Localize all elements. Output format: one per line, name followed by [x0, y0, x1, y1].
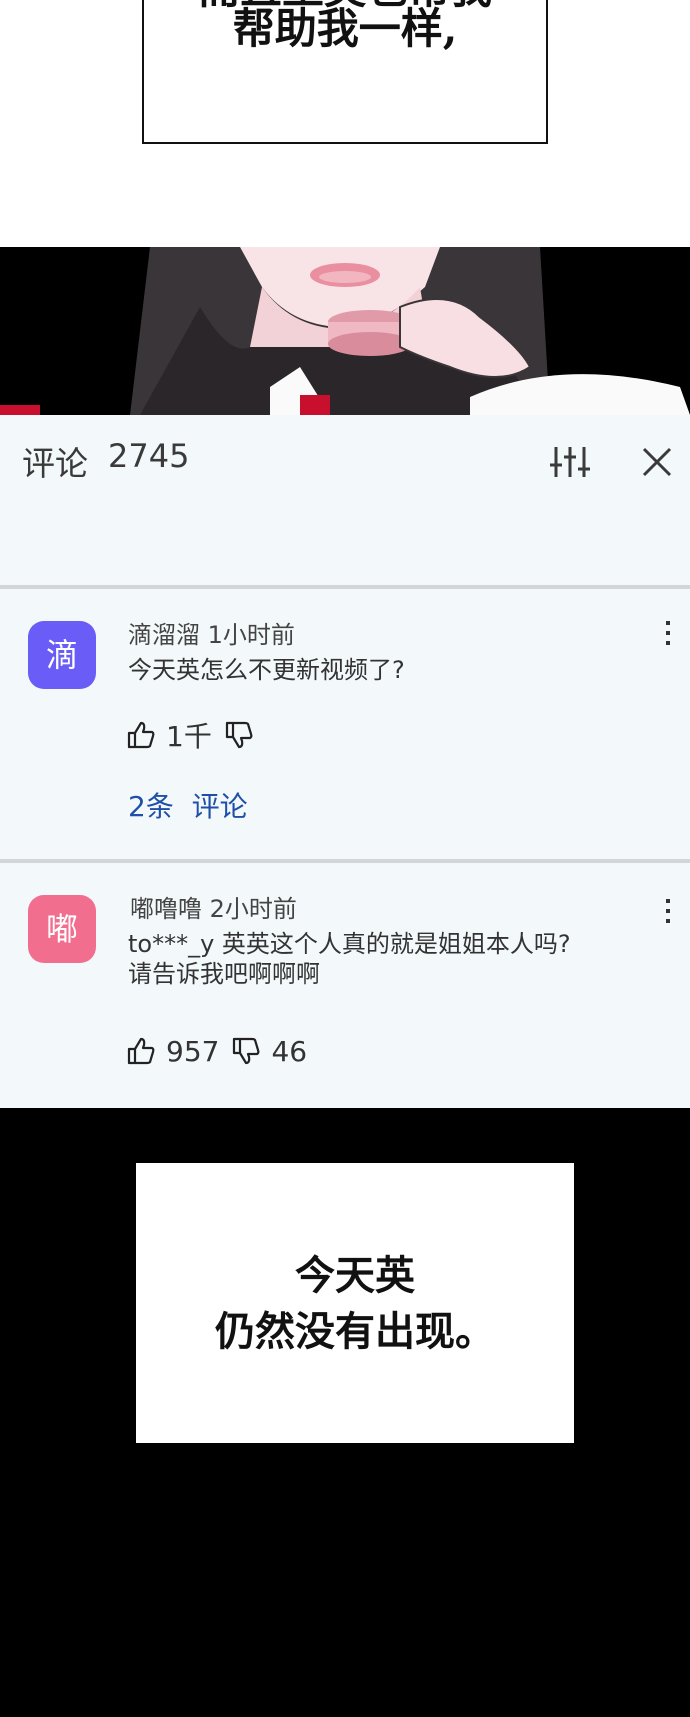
more-options-icon[interactable]	[662, 897, 674, 925]
caption-line-1: 今天英	[295, 1252, 415, 1299]
view-replies-link[interactable]: 2条 评论	[128, 785, 248, 825]
comment-text-line-2: 请告诉我吧啊啊啊	[128, 960, 320, 988]
reply-label[interactable]: 评论	[192, 790, 248, 823]
caption-line-2: 仍然没有出现。	[215, 1308, 495, 1355]
comic-illustration	[0, 247, 690, 415]
close-icon[interactable]	[640, 445, 674, 479]
comment-author-time: 滴溜溜 1小时前	[128, 621, 295, 649]
avatar[interactable]: 滴	[28, 621, 96, 689]
reply-count[interactable]: 2条	[128, 790, 174, 823]
comment-actions: 957 46	[126, 1031, 319, 1071]
thumbs-up-icon[interactable]	[126, 720, 156, 750]
comment-sheet-title: 评论	[22, 444, 88, 483]
caption-line-2: 帮助我一样,	[232, 4, 458, 53]
comment-sheet: 评论 2745 滴 滴溜溜 1小时前 今天英怎么不更新视频了? 1千 2条 评论…	[0, 415, 690, 1108]
comment-count: 2745	[108, 437, 190, 475]
thumbs-down-icon[interactable]	[224, 720, 254, 750]
comment-sheet-header: 评论 2745	[0, 415, 690, 585]
like-count: 1千	[166, 720, 212, 753]
girl-with-macarons-illustration	[0, 247, 690, 415]
narration-caption-box: 今天英 仍然没有出现。	[136, 1163, 574, 1443]
like-count: 957	[166, 1034, 220, 1068]
more-options-icon[interactable]	[662, 619, 674, 647]
comic-panel-top: 而且王英也帮我 帮助我一样,	[0, 0, 690, 247]
comment-text-line-1: to***_y 英英这个人真的就是姐姐本人吗?	[128, 930, 571, 958]
comment-item: 滴 滴溜溜 1小时前 今天英怎么不更新视频了? 1千 2条 评论	[0, 589, 690, 855]
comment-text: 今天英怎么不更新视频了?	[128, 656, 405, 684]
avatar[interactable]: 嘟	[28, 895, 96, 963]
dislike-count: 46	[271, 1034, 308, 1068]
comment-actions: 1千	[126, 715, 254, 755]
speech-caption-box: 而且王英也帮我 帮助我一样,	[142, 0, 548, 144]
sliders-icon[interactable]	[550, 445, 590, 479]
comic-panel-bottom: 今天英 仍然没有出现。	[0, 1108, 690, 1717]
comment-author-time: 嘟噜噜 2小时前	[130, 895, 297, 923]
comment-item: 嘟 嘟噜噜 2小时前 to***_y 英英这个人真的就是姐姐本人吗? 请告诉我吧…	[0, 863, 690, 1108]
thumbs-up-icon[interactable]	[126, 1036, 156, 1066]
thumbs-down-icon[interactable]	[231, 1036, 261, 1066]
